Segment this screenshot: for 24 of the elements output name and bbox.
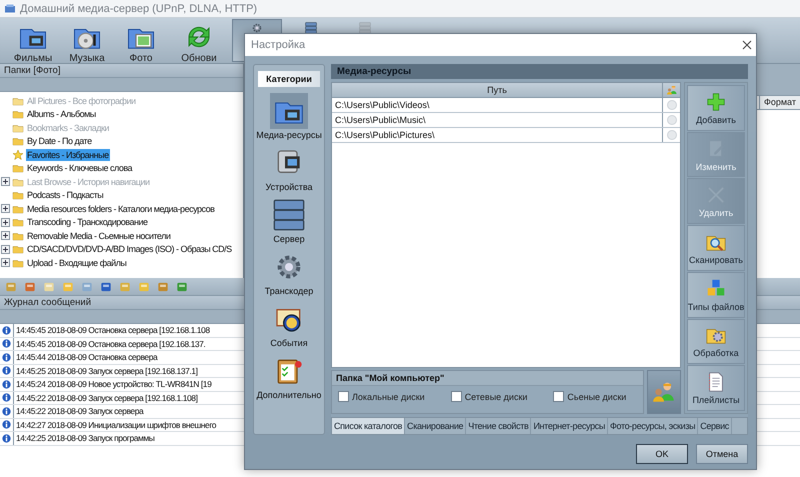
log-entry: 14:45:45 2018-08-09 Остановка сервера [192.168.137. <box>15 338 206 350</box>
categories-title: Категории <box>258 71 320 87</box>
log-entry: 14:45:22 2018-08-09 Запуск сервера <box>15 405 145 418</box>
log-entry: 14:42:27 2018-08-09 Инициализации шрифтов внешнего <box>15 418 218 431</box>
group-title: Папка "Мой компьютер" <box>332 371 643 386</box>
category-label: Дополнительно <box>256 390 322 400</box>
category-label: Медиа-ресурсы <box>256 130 322 140</box>
log-entry: 14:42:25 2018-08-09 Запуск программы <box>15 432 156 444</box>
checkbox-label: Локальные диски <box>352 392 425 402</box>
category-label: Транскодер <box>264 286 314 296</box>
checkbox-label: Сетевые диски <box>464 392 528 402</box>
log-entry: 14:45:45 2018-08-09 Остановка сервера [192.168.1.108 <box>15 324 211 336</box>
log-entry: 14:45:25 2018-08-09 Запуск сервера [192.168.137.1] <box>15 364 198 377</box>
category-label: Сервер <box>273 234 305 244</box>
category-label: Устройства <box>265 182 313 192</box>
window-title: Домашний медиа-сервер (UPnP, DLNA, HTTP) <box>20 2 258 14</box>
checkbox-label: Сьеные диски <box>567 392 626 402</box>
section-header: Медиа-ресурсы <box>331 64 748 79</box>
log-entry: 14:45:44 2018-08-09 Остановка сервера <box>15 351 159 364</box>
log-entry: 14:45:22 2018-08-09 Запуск сервера [192.168.1.108] <box>15 392 198 404</box>
dialog-title: Настройка <box>251 39 306 51</box>
panel-header: Папки [Фото] <box>0 64 243 78</box>
log-entry: 14:45:24 2018-08-09 Новое устройство: TL-WR841N [19 <box>15 378 212 390</box>
category-label: События <box>270 338 308 348</box>
